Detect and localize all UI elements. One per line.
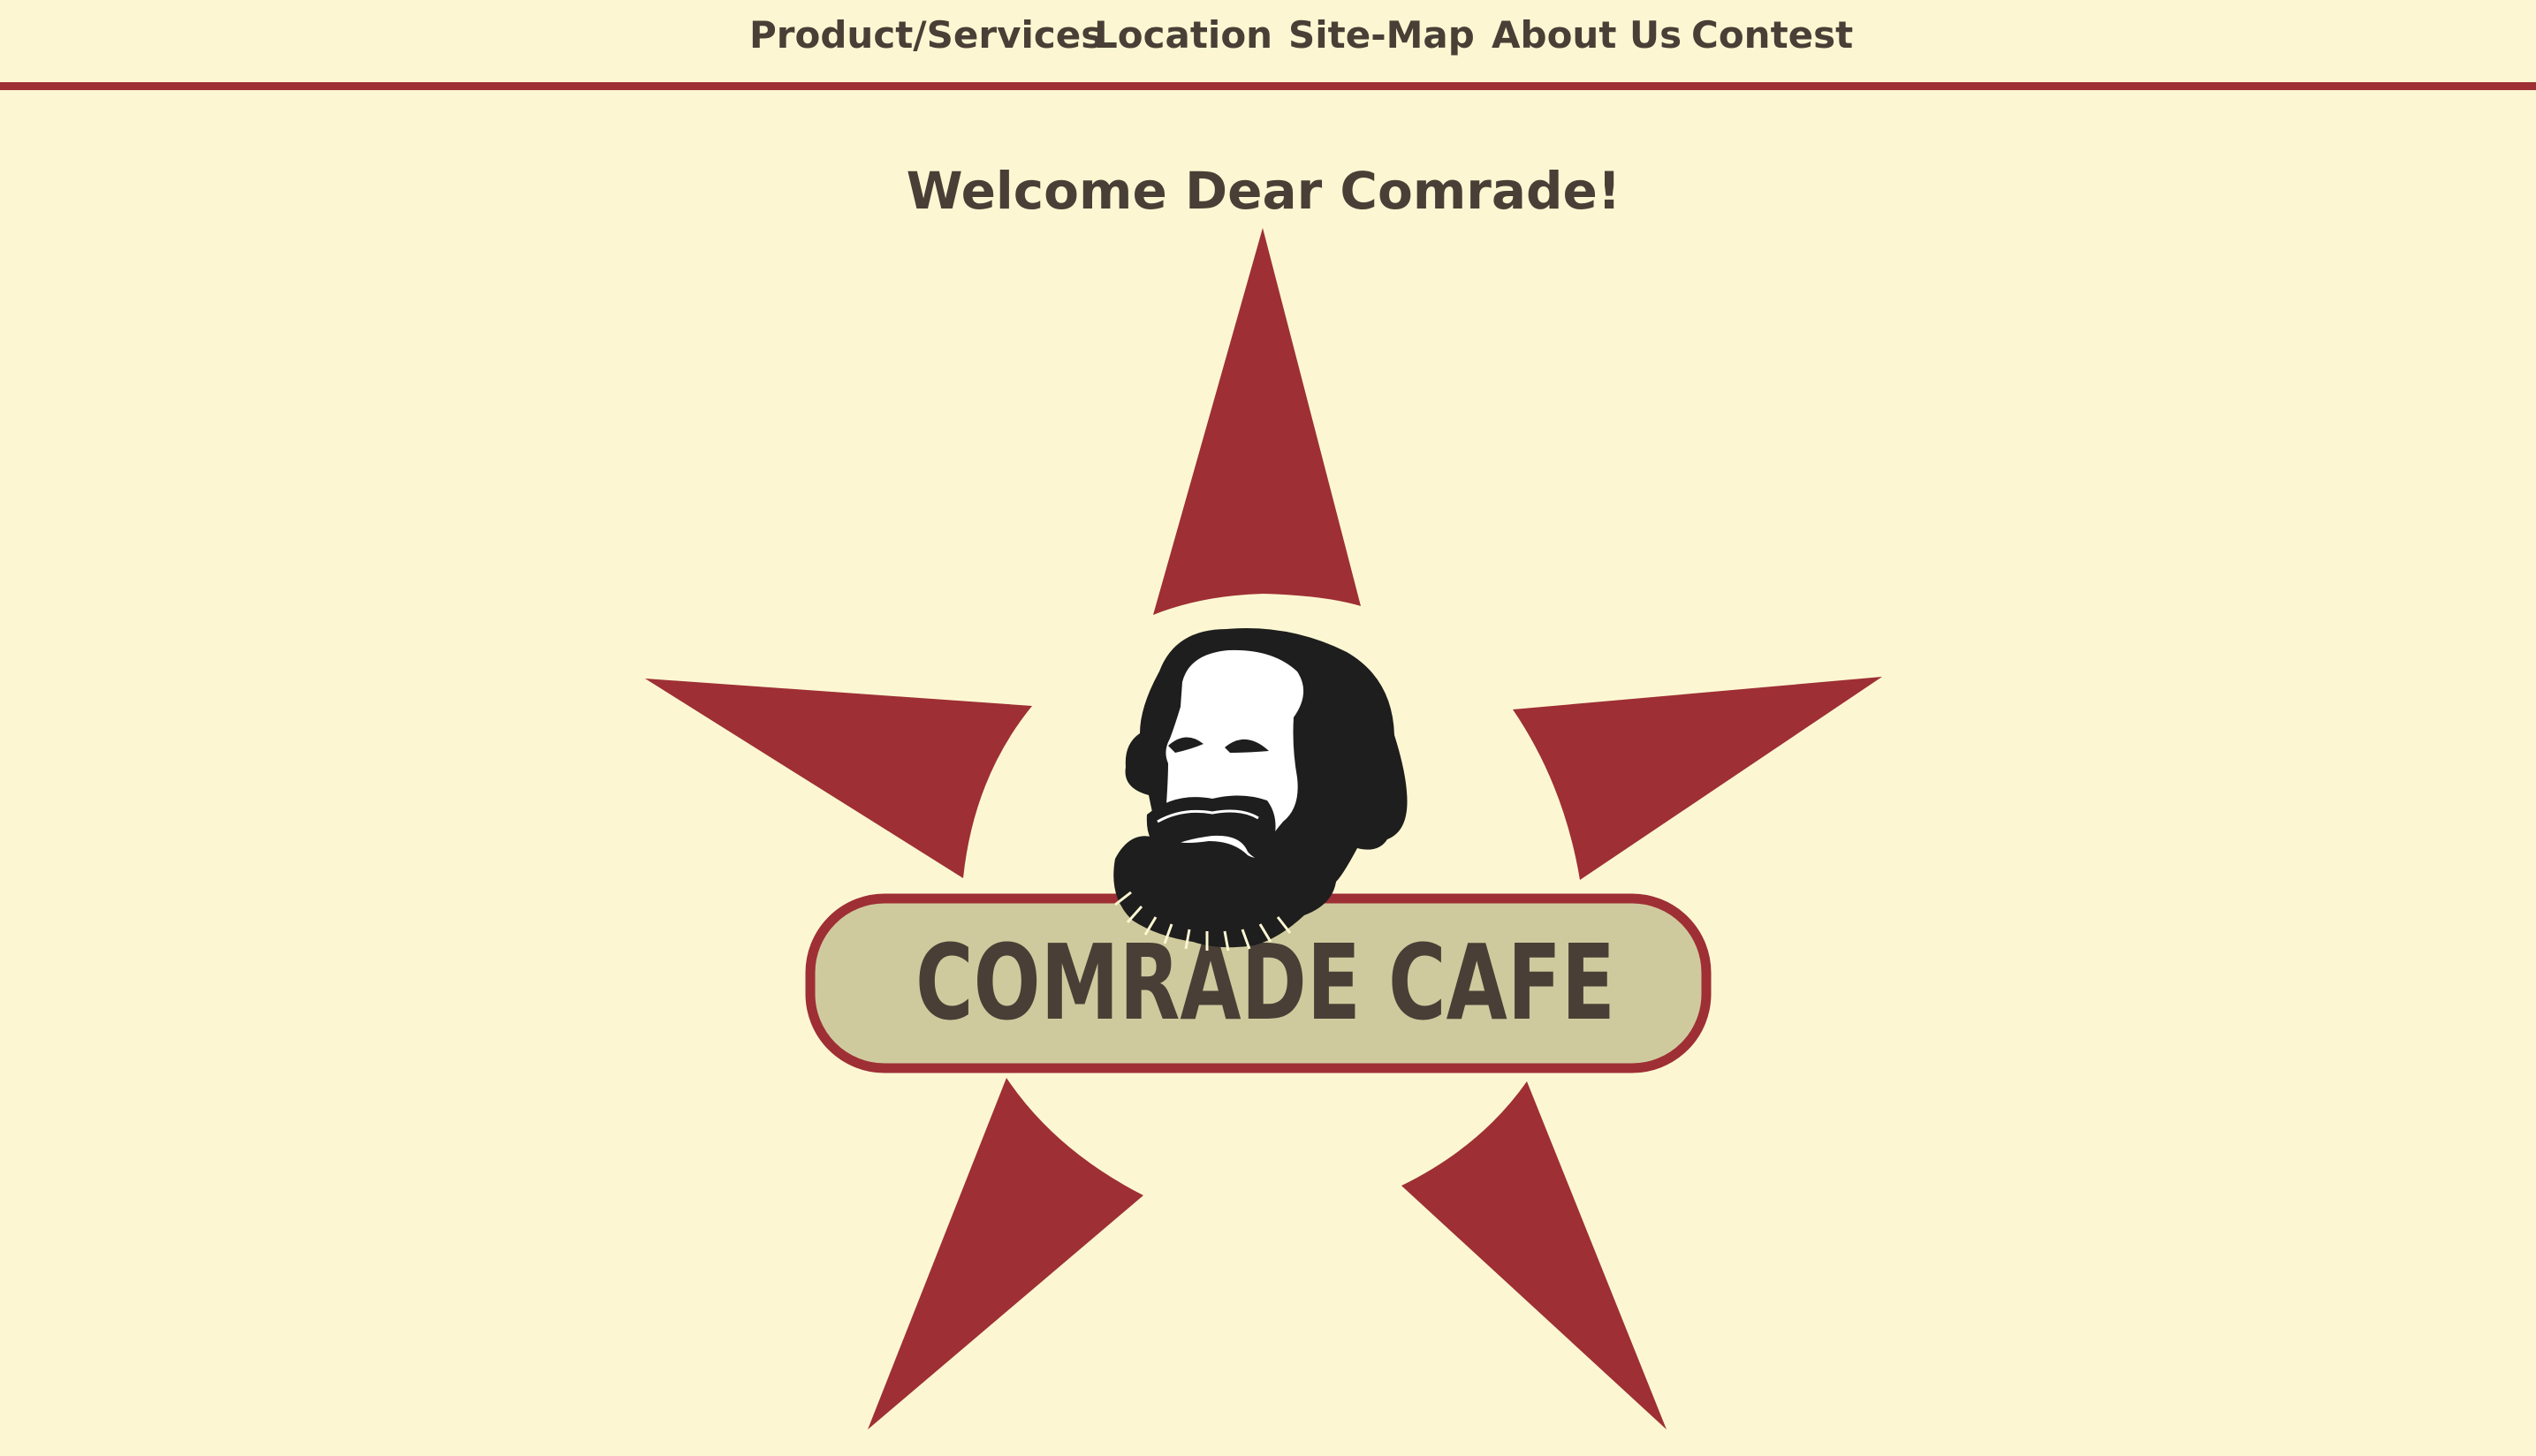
- comrade-cafe-logo: COMRADE CAFE: [645, 228, 1882, 1429]
